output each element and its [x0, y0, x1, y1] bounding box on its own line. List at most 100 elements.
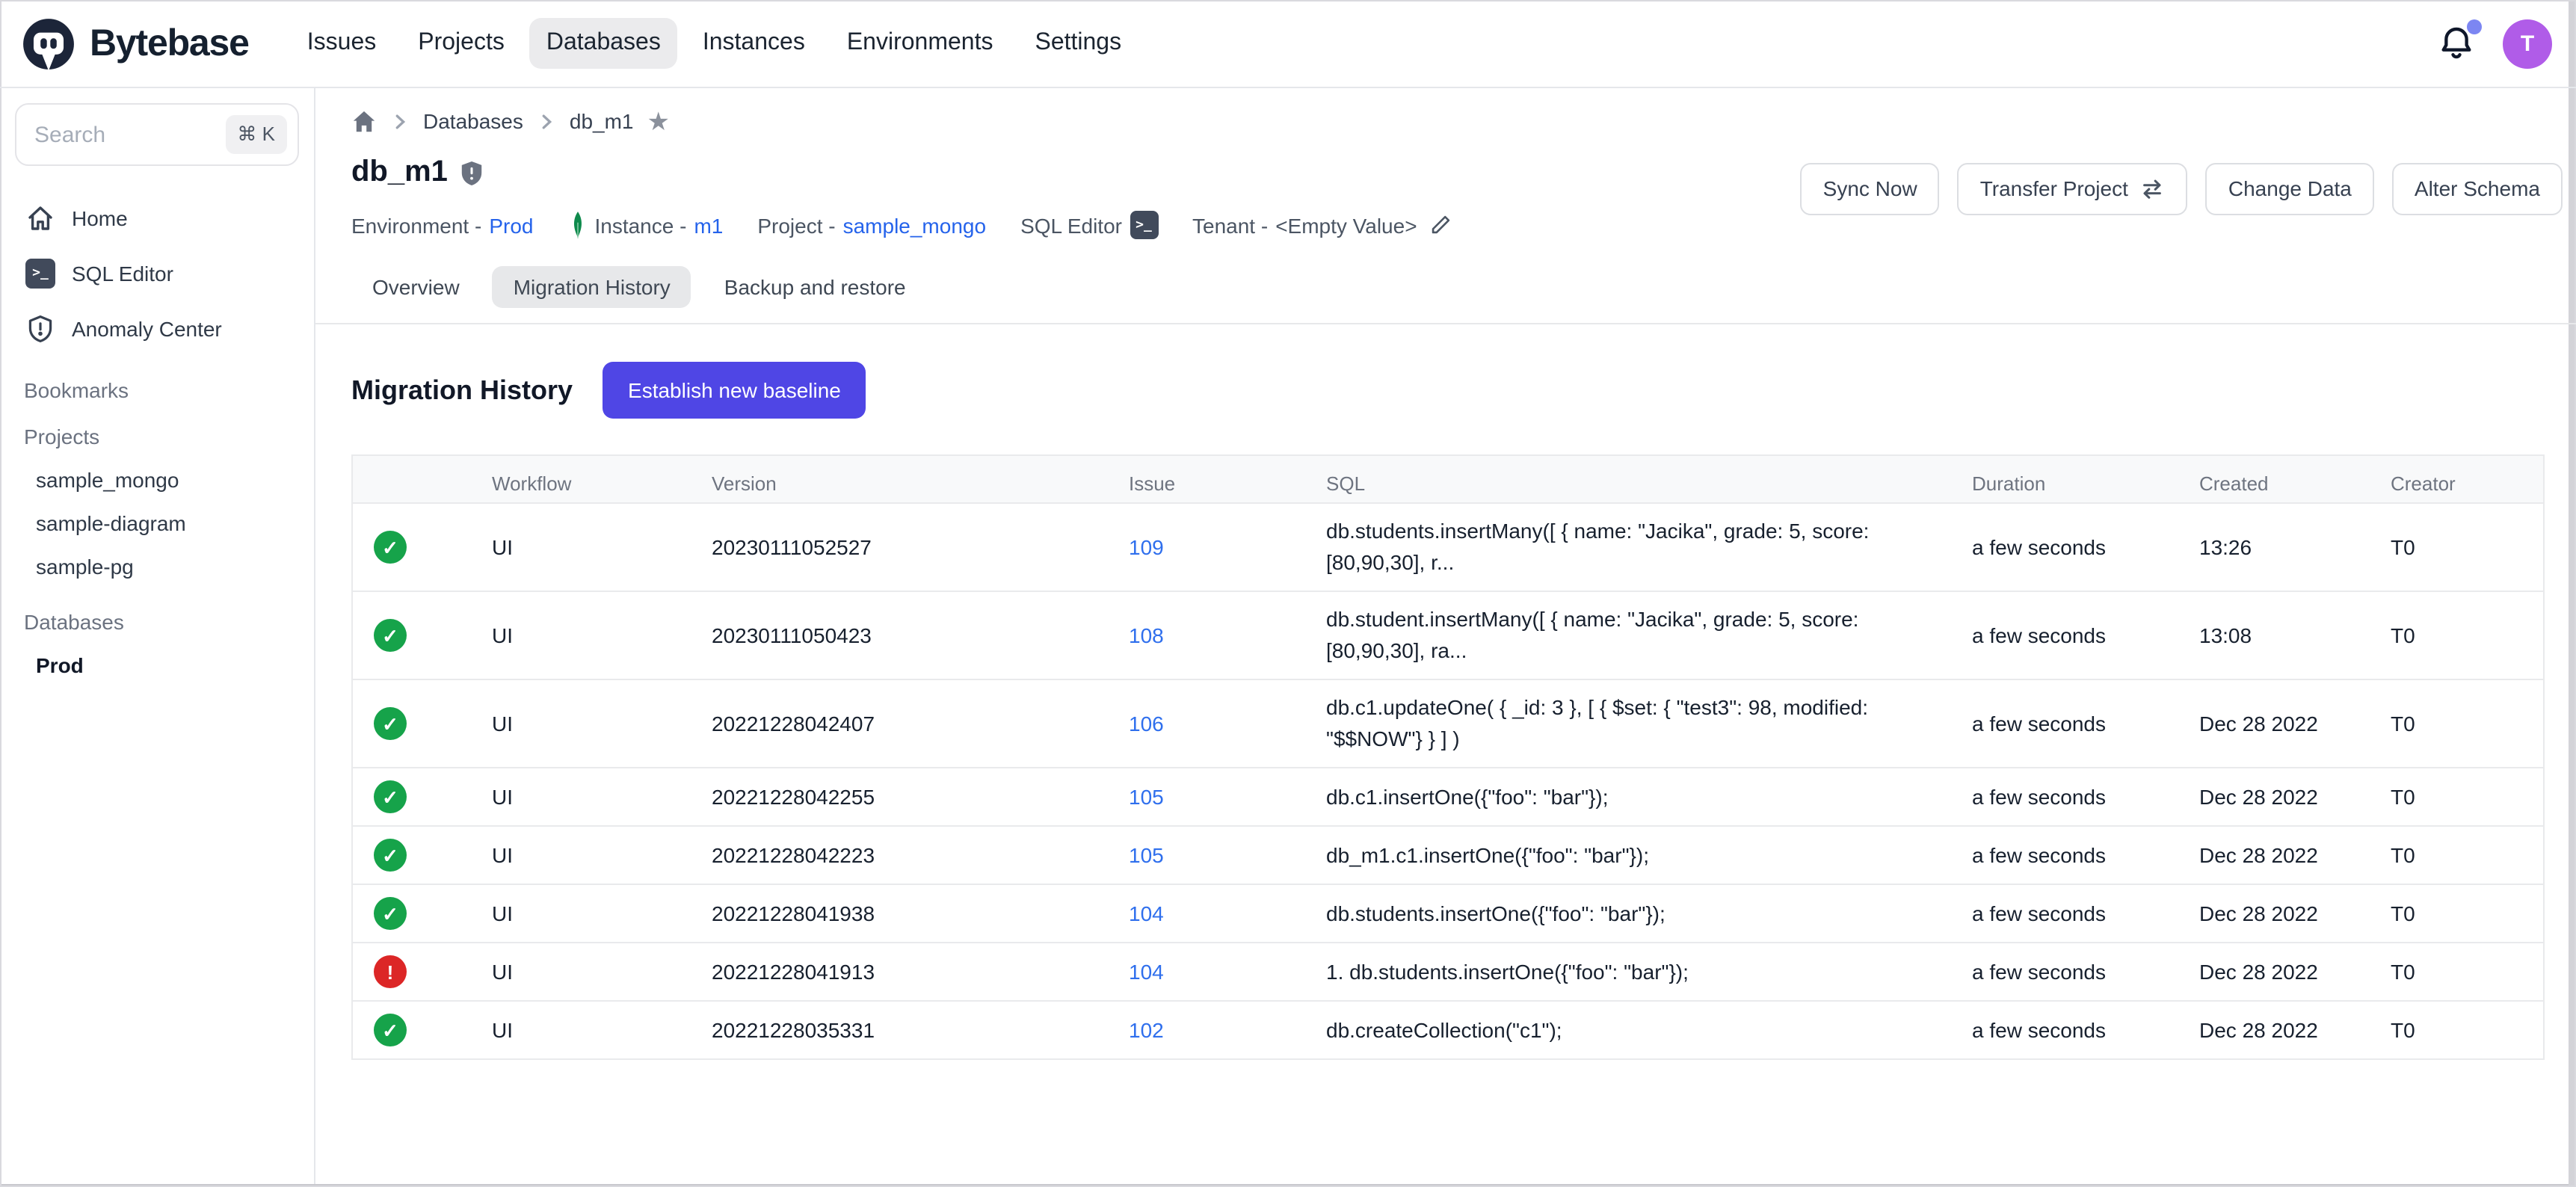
duration-cell: a few seconds	[1972, 886, 2199, 941]
sidebar-item-sql-editor[interactable]: >_ SQL Editor	[0, 245, 314, 300]
workflow-cell: UI	[492, 944, 712, 999]
duration-cell: a few seconds	[1972, 519, 2199, 575]
edit-pencil-icon[interactable]	[1429, 214, 1452, 236]
issue-cell: 109	[1129, 519, 1326, 575]
nav-item-databases[interactable]: Databases	[530, 18, 677, 69]
table-row: ✓ UI 20230111050423 108 db.student.inser…	[353, 591, 2543, 679]
sidebar-item-home[interactable]: Home	[0, 190, 314, 245]
sidebar-project-sample-diagram[interactable]: sample-diagram	[0, 501, 314, 544]
bytebase-logo[interactable]: Bytebase	[21, 16, 249, 71]
top-nav-menu: Issues Projects Databases Instances Envi…	[291, 18, 1138, 69]
sql-cell: db.c1.updateOne( { _id: 3 }, [ { $set: {…	[1326, 680, 1972, 767]
chevron-right-icon	[537, 111, 556, 131]
table-row: ✓ UI 20221228042223 105 db_m1.c1.insertO…	[353, 825, 2543, 884]
home-breadcrumb-icon[interactable]	[351, 108, 377, 134]
workflow-cell: UI	[492, 769, 712, 824]
brand-name: Bytebase	[90, 22, 249, 65]
version-cell: 20221228041913	[712, 944, 1129, 999]
bookmark-star-icon[interactable]: ★	[647, 108, 671, 134]
nav-item-projects[interactable]: Projects	[401, 18, 521, 69]
issue-link[interactable]: 105	[1129, 784, 1164, 808]
search-box[interactable]: ⌘ K	[15, 103, 299, 166]
meta-sql-editor[interactable]: SQL Editor >_	[1020, 211, 1158, 239]
bytebase-app: Bytebase Issues Projects Databases Insta…	[0, 0, 2576, 1187]
duration-cell: a few seconds	[1972, 608, 2199, 663]
version-cell: 20221228042223	[712, 827, 1129, 883]
sql-cell: db.createCollection("c1");	[1326, 1002, 1972, 1058]
version-cell: 20221228041938	[712, 886, 1129, 941]
instance-link[interactable]: m1	[694, 213, 723, 237]
shield-alert-icon	[25, 313, 55, 343]
top-navbar: Bytebase Issues Projects Databases Insta…	[0, 0, 2576, 88]
sidebar-item-anomaly-center[interactable]: Anomaly Center	[0, 300, 314, 356]
workflow-cell: UI	[492, 827, 712, 883]
section-databases: Databases	[0, 610, 314, 634]
col-status	[353, 472, 492, 496]
notifications-button[interactable]	[2437, 24, 2476, 63]
tab-migration-history[interactable]: Migration History	[493, 266, 691, 308]
meta-tenant-label: Tenant -	[1192, 213, 1268, 237]
issue-link[interactable]: 102	[1129, 1017, 1164, 1041]
tab-overview[interactable]: Overview	[351, 266, 481, 308]
table-row: ✓ UI 20230111052527 109 db.students.inse…	[353, 502, 2543, 591]
nav-item-settings[interactable]: Settings	[1018, 18, 1138, 69]
created-cell: 13:08	[2199, 608, 2391, 663]
sidebar-item-label: Home	[72, 206, 128, 229]
meta-tenant: Tenant - <Empty Value>	[1192, 213, 1452, 237]
issue-cell: 104	[1129, 944, 1326, 999]
col-sql: SQL	[1326, 456, 1972, 511]
col-created: Created	[2199, 456, 2391, 511]
issue-link[interactable]: 109	[1129, 534, 1164, 558]
created-cell: Dec 28 2022	[2199, 696, 2391, 751]
creator-cell: T0	[2391, 827, 2543, 883]
environment-link[interactable]: Prod	[489, 213, 533, 237]
success-icon: ✓	[374, 707, 407, 740]
success-icon: ✓	[374, 839, 407, 872]
breadcrumb: Databases db_m1 ★	[351, 106, 2554, 136]
terminal-icon: >_	[25, 258, 55, 288]
table-row: ! UI 20221228041913 104 1. db.students.i…	[353, 942, 2543, 1000]
meta-sql-editor-label: SQL Editor	[1020, 213, 1122, 237]
sync-now-button[interactable]: Sync Now	[1801, 162, 1940, 215]
issue-link[interactable]: 106	[1129, 711, 1164, 735]
issue-cell: 105	[1129, 769, 1326, 824]
creator-cell: T0	[2391, 944, 2543, 999]
issue-link[interactable]: 104	[1129, 901, 1164, 925]
workflow-cell: UI	[492, 608, 712, 663]
sql-cell: db.c1.insertOne({"foo": "bar"});	[1326, 769, 1972, 824]
success-icon: ✓	[374, 619, 407, 652]
alter-schema-button[interactable]: Alter Schema	[2392, 162, 2563, 215]
change-data-button[interactable]: Change Data	[2206, 162, 2374, 215]
issue-link[interactable]: 108	[1129, 623, 1164, 647]
issue-cell: 104	[1129, 886, 1326, 941]
transfer-arrows-icon	[2140, 176, 2166, 201]
avatar[interactable]: T	[2503, 19, 2552, 68]
creator-cell: T0	[2391, 608, 2543, 663]
sidebar-database-prod[interactable]: Prod	[0, 643, 314, 686]
breadcrumb-db-m1[interactable]: db_m1	[570, 109, 634, 133]
issue-link[interactable]: 105	[1129, 842, 1164, 866]
sidebar-item-label: SQL Editor	[72, 261, 173, 285]
sidebar-project-sample-mongo[interactable]: sample_mongo	[0, 457, 314, 501]
shield-badge-icon	[460, 159, 485, 186]
breadcrumb-databases[interactable]: Databases	[423, 109, 523, 133]
sidebar-project-sample-pg[interactable]: sample-pg	[0, 544, 314, 588]
sidebar-item-label: Anomaly Center	[72, 316, 222, 340]
meta-instance-label: Instance -	[594, 213, 686, 237]
sql-cell: db.student.insertMany([ { name: "Jacika"…	[1326, 592, 1972, 679]
page-header: db_m1 Environment - Prod	[351, 136, 2554, 241]
search-input[interactable]	[34, 122, 225, 147]
terminal-icon: >_	[1130, 211, 1158, 239]
nav-item-instances[interactable]: Instances	[686, 18, 822, 69]
page-header-left: db_m1 Environment - Prod	[351, 136, 1452, 241]
tab-backup-and-restore[interactable]: Backup and restore	[703, 266, 927, 308]
establish-baseline-button[interactable]: Establish new baseline	[603, 362, 866, 419]
issue-cell: 105	[1129, 827, 1326, 883]
issue-link[interactable]: 104	[1129, 959, 1164, 983]
created-cell: Dec 28 2022	[2199, 886, 2391, 941]
project-link[interactable]: sample_mongo	[843, 213, 986, 237]
nav-item-issues[interactable]: Issues	[291, 18, 393, 69]
nav-item-environments[interactable]: Environments	[831, 18, 1010, 69]
issue-cell: 102	[1129, 1002, 1326, 1058]
transfer-project-button[interactable]: Transfer Project	[1958, 162, 2188, 215]
